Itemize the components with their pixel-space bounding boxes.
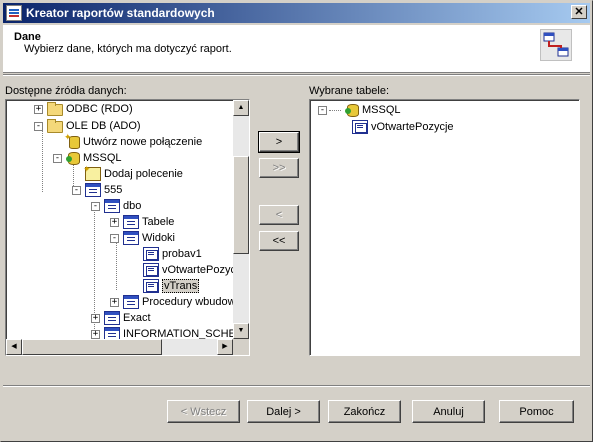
expander[interactable]: - (34, 121, 43, 131)
add-all-button[interactable]: >> (259, 158, 299, 178)
tree-node[interactable]: Utwórz nowe połączenie (64, 132, 203, 150)
tree-node-label: Tabele (142, 216, 175, 228)
scroll-thumb[interactable] (22, 339, 162, 355)
tree-node-selected[interactable]: vTrans (143, 278, 200, 294)
database-icon (345, 103, 359, 117)
footer-separator (3, 385, 590, 387)
tree-node[interactable]: + Tabele (110, 214, 174, 230)
tree-node[interactable]: - OLE DB (ADO) (34, 118, 141, 134)
database-icon (66, 151, 80, 165)
tree-node-label: ODBC (RDO) (66, 103, 133, 115)
view-icon (143, 247, 159, 261)
step-title: Dane (14, 31, 41, 43)
tree-node-label: MSSQL (83, 152, 122, 164)
scroll-corner (233, 339, 249, 355)
tree-node-label: Exact (123, 312, 151, 324)
expander[interactable]: - (72, 185, 81, 195)
tree-node-label: dbo (123, 200, 142, 212)
available-sources-tree[interactable]: + ODBC (RDO) - OLE DB (ADO) Utwórz nowe … (5, 99, 250, 356)
table-icon (123, 215, 139, 229)
available-sources-label: Dostępne źródła danych: (5, 85, 127, 97)
tree-node-label: 555 (104, 184, 123, 196)
header-separator (3, 74, 590, 76)
tree-node-label: Utwórz nowe połączenie (83, 136, 203, 148)
tree-line (42, 130, 43, 192)
tree-node[interactable]: + ODBC (RDO) (34, 101, 133, 117)
close-button[interactable]: ✕ (571, 5, 587, 19)
scroll-left-arrow-icon[interactable]: ◀ (6, 339, 22, 355)
tree-node[interactable]: probav1 (143, 246, 202, 262)
tree-node-label: probav1 (162, 248, 202, 260)
add-command-icon (83, 164, 101, 181)
help-button[interactable]: Pomoc (499, 400, 574, 423)
view-icon (352, 120, 368, 134)
tree-node[interactable]: + Procedury wbudowane (110, 294, 249, 310)
expander[interactable]: - (53, 153, 62, 163)
table-icon (123, 295, 139, 309)
table-icon (104, 199, 120, 213)
selected-tables-label: Wybrane tabele: (309, 85, 390, 97)
tree-node-label: Widoki (142, 232, 176, 244)
expander[interactable]: - (91, 201, 100, 211)
table-icon (104, 311, 120, 325)
expander[interactable]: - (318, 105, 327, 115)
step-subtitle: Wybierz dane, których ma dotyczyć raport… (24, 43, 232, 55)
tree-node[interactable]: + Exact (91, 310, 151, 326)
report-app-icon (6, 5, 22, 21)
scroll-down-arrow-icon[interactable]: ▼ (233, 323, 249, 339)
expander[interactable]: + (34, 104, 43, 114)
expander[interactable]: + (91, 313, 100, 323)
table-icon (123, 231, 139, 245)
window-title: Kreator raportów standardowych (26, 6, 215, 20)
title-bar: Kreator raportów standardowych ✕ (3, 3, 590, 23)
view-icon (143, 279, 159, 293)
folder-icon (47, 101, 63, 116)
expander[interactable]: + (91, 329, 100, 339)
scroll-thumb[interactable] (233, 156, 249, 254)
tree-node[interactable]: vOtwartePozycje (352, 119, 454, 135)
tree-node-label: MSSQL (362, 104, 401, 116)
expander[interactable]: - (110, 233, 119, 243)
tree-node[interactable]: - 555 (72, 182, 122, 198)
tree-line (116, 242, 117, 290)
tree-node-label: vTrans (162, 279, 200, 293)
add-button[interactable]: > (258, 131, 300, 153)
tree-node[interactable]: - dbo (91, 198, 141, 214)
remove-all-button[interactable]: << (259, 231, 299, 251)
selected-tables-tree[interactable]: - MSSQL vOtwartePozycje (309, 99, 580, 356)
back-button[interactable]: < Wstecz (167, 400, 240, 423)
vertical-scrollbar[interactable]: ▲ ▼ (233, 100, 249, 339)
new-connection-icon (64, 132, 80, 149)
data-step-icon (540, 29, 572, 61)
tree-node-label: OLE DB (ADO) (66, 120, 141, 132)
folder-icon (47, 118, 63, 133)
next-button[interactable]: Dalej > (247, 400, 320, 423)
tree-node[interactable]: - MSSQL (318, 102, 401, 118)
tree-node[interactable]: Dodaj polecenie (83, 164, 183, 182)
tree-node[interactable]: - Widoki (110, 230, 175, 246)
tree-node[interactable]: vOtwartePozycje (143, 262, 245, 278)
scroll-up-arrow-icon[interactable]: ▲ (233, 100, 249, 116)
expander[interactable]: + (110, 217, 119, 227)
expander[interactable]: + (110, 297, 119, 307)
view-icon (143, 263, 159, 277)
wizard-header: Dane Wybierz dane, których ma dotyczyć r… (3, 25, 590, 73)
cancel-button[interactable]: Anuluj (412, 400, 485, 423)
tree-node-label: vOtwartePozycje (371, 121, 454, 133)
remove-button[interactable]: < (259, 205, 299, 225)
tree-node-label: Dodaj polecenie (104, 168, 183, 180)
horizontal-scrollbar[interactable]: ◀ ▶ (6, 339, 233, 355)
report-wizard-window: Kreator raportów standardowych ✕ Dane Wy… (0, 0, 593, 442)
scroll-right-arrow-icon[interactable]: ▶ (217, 339, 233, 355)
table-icon (85, 183, 101, 197)
finish-button[interactable]: Zakończ (328, 400, 401, 423)
